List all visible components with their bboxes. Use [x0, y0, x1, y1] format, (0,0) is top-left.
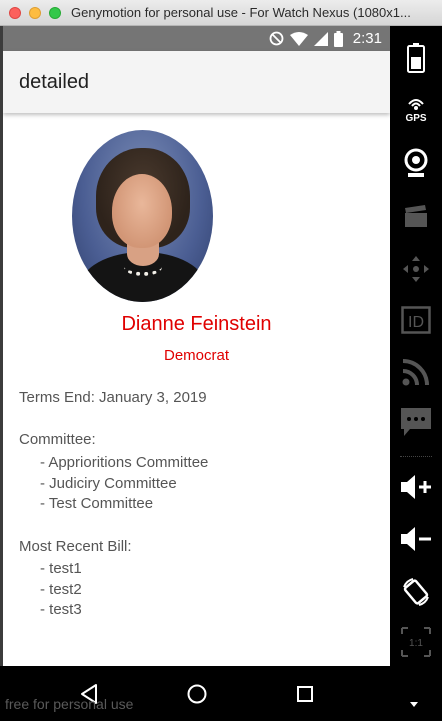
network-icon: [402, 359, 429, 386]
app-title: detailed: [19, 71, 90, 93]
capture-button[interactable]: [390, 196, 442, 236]
do-not-disturb-icon: [269, 31, 284, 46]
svg-text:GPS: GPS: [405, 113, 426, 123]
menu-icon[interactable]: [409, 699, 419, 709]
senator-name: Dianne Feinstein: [121, 313, 272, 335]
list-item: - test2: [40, 580, 82, 598]
emulator-sidebar: GPS ID 1:1: [390, 26, 442, 666]
navigation-bar: [0, 666, 442, 721]
gps-icon: GPS: [405, 99, 427, 123]
status-bar: 2:31: [3, 26, 390, 51]
senator-party: Democrat: [163, 347, 230, 364]
detail-content: Dianne Feinstein Democrat Terms End: Jan…: [3, 113, 390, 666]
personal-use-watermark: free for personal use: [5, 696, 134, 712]
window-maximize-button[interactable]: [49, 7, 61, 19]
rotate-icon: [403, 578, 429, 606]
svg-text:1:1: 1:1: [409, 638, 423, 649]
sms-button[interactable]: [390, 402, 442, 442]
scale-button[interactable]: 1:1: [390, 622, 442, 662]
app-bar: detailed: [3, 51, 390, 113]
window-minimize-button[interactable]: [29, 7, 41, 19]
status-time: 2:31: [352, 30, 382, 47]
bill-list: - test1 - test2 - test3: [40, 559, 82, 621]
list-item: - test3: [40, 601, 82, 618]
camera-button[interactable]: [390, 143, 442, 183]
window-title-bar: Genymotion for personal use - For Watch …: [0, 0, 442, 26]
volume-up-button[interactable]: [390, 467, 442, 507]
battery-status-icon: [333, 30, 343, 47]
list-item: - Test Committee: [40, 495, 154, 512]
device-id-button[interactable]: ID: [390, 300, 442, 340]
camera-icon: [404, 148, 428, 177]
signal-icon: [313, 31, 328, 46]
recent-apps-icon[interactable]: [294, 683, 316, 705]
home-icon[interactable]: [186, 683, 208, 705]
list-item: - Judiciry Committee: [40, 474, 177, 492]
network-button[interactable]: [390, 352, 442, 392]
bill-label: Most Recent Bill:: [19, 538, 132, 555]
sms-icon: [401, 408, 431, 436]
device-screen: 2:31 detailed Dianne Feinstein Democrat …: [3, 26, 390, 666]
battery-button[interactable]: [390, 38, 442, 78]
svg-text:ID: ID: [408, 314, 424, 331]
list-item: - Apprioritions Committee: [40, 454, 209, 471]
volume-down-button[interactable]: [390, 519, 442, 559]
senator-photo: [72, 130, 213, 302]
window-close-button[interactable]: [9, 7, 21, 19]
list-item: - test1: [40, 560, 82, 577]
volume-up-icon: [401, 475, 431, 499]
window-title: Genymotion for personal use - For Watch …: [71, 5, 411, 20]
id-icon: ID: [401, 306, 431, 334]
terms-end: Terms End: January 3, 2019: [19, 389, 207, 406]
gps-button[interactable]: GPS: [390, 88, 442, 128]
volume-down-icon: [401, 527, 431, 551]
dpad-button[interactable]: [390, 249, 442, 289]
scale-icon: 1:1: [401, 627, 431, 657]
dpad-icon: [403, 256, 429, 282]
capture-icon: [405, 205, 427, 227]
battery-icon: [407, 43, 425, 73]
committee-label: Committee:: [19, 431, 96, 448]
committee-list: - Apprioritions Committee - Judiciry Com…: [40, 453, 208, 515]
wifi-icon: [289, 31, 308, 46]
rotate-button[interactable]: [390, 572, 442, 612]
